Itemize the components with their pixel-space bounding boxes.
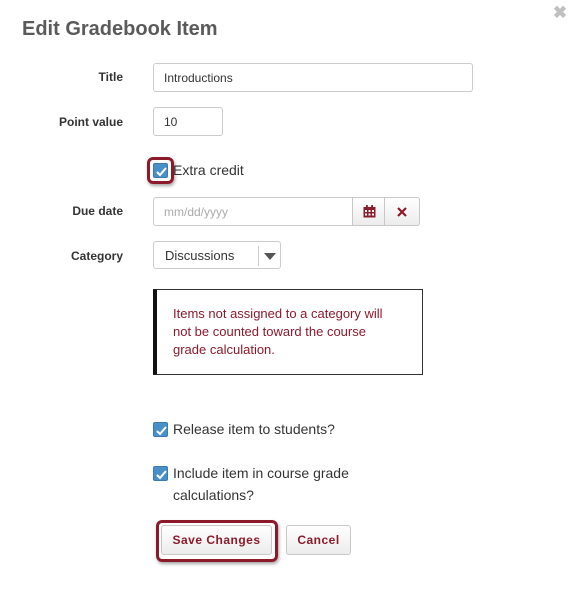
include-checkbox[interactable] (153, 466, 168, 481)
category-selected-value: Discussions (165, 248, 235, 263)
extra-credit-label: Extra credit (173, 162, 244, 178)
edit-gradebook-dialog: Edit Gradebook Item ✖ Title Point value … (0, 0, 578, 596)
dialog-title: Edit Gradebook Item (22, 18, 218, 40)
calendar-icon (363, 205, 376, 218)
checkmark-icon (156, 426, 167, 436)
cancel-button[interactable]: Cancel (286, 525, 351, 555)
chevron-down-icon (264, 253, 276, 260)
select-divider (258, 246, 259, 266)
save-button[interactable]: Save Changes (161, 525, 272, 555)
close-icon[interactable]: ✖ (551, 4, 569, 22)
checkmark-icon (156, 470, 167, 480)
title-input[interactable] (153, 63, 473, 92)
checkmark-icon (156, 167, 167, 177)
category-label: Category (70, 249, 123, 263)
category-notice-text: Items not assigned to a category will no… (173, 306, 383, 357)
category-notice: Items not assigned to a category will no… (153, 289, 423, 375)
point-value-input[interactable] (153, 107, 223, 136)
point-value-label: Point value (58, 115, 123, 129)
clear-icon (397, 207, 407, 217)
title-label: Title (98, 70, 123, 84)
calendar-button[interactable] (352, 197, 385, 226)
due-date-input[interactable] (153, 197, 353, 226)
clear-date-button[interactable] (384, 197, 420, 226)
release-checkbox[interactable] (153, 422, 168, 437)
release-label: Release item to students? (173, 421, 335, 437)
include-label: Include item in course grade calculation… (173, 465, 349, 503)
category-select[interactable]: Discussions (153, 241, 281, 269)
extra-credit-checkbox[interactable] (153, 163, 168, 178)
due-date-label: Due date (72, 204, 123, 218)
